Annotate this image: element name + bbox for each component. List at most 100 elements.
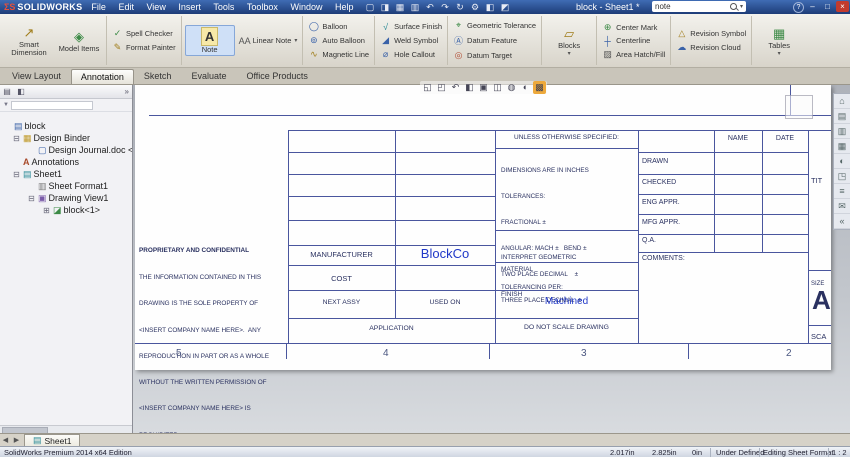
menu-insert[interactable]: Insert bbox=[173, 2, 206, 12]
selection-filter-icon[interactable]: ◩ bbox=[498, 2, 513, 13]
custom-properties-icon[interactable]: ≡ bbox=[834, 184, 850, 199]
tab-office-products[interactable]: Office Products bbox=[236, 68, 317, 84]
edit-appearance-icon[interactable]: ◐ bbox=[519, 81, 532, 94]
section-view-icon[interactable]: ◧ bbox=[463, 81, 476, 94]
chevron-down-icon[interactable]: ▾ bbox=[568, 50, 571, 57]
maximize-button[interactable]: □ bbox=[821, 1, 834, 12]
expander-icon[interactable]: ⊟ bbox=[12, 170, 21, 179]
menu-edit[interactable]: Edit bbox=[113, 2, 139, 12]
forum-icon[interactable]: ✉ bbox=[834, 199, 850, 214]
options-icon[interactable]: ⚙ bbox=[468, 2, 483, 13]
note-button[interactable]: A Note bbox=[184, 25, 235, 56]
tree-item-annotations[interactable]: A Annotations bbox=[0, 156, 132, 168]
manufacturer-value-note[interactable]: BlockCo bbox=[395, 246, 495, 261]
auto-balloon-button[interactable]: ⊚ Auto Balloon bbox=[306, 34, 371, 47]
tree-item-block-1[interactable]: ⊞ ◪ block<1> bbox=[0, 204, 132, 216]
search-icon[interactable] bbox=[729, 3, 737, 10]
smart-dimension-button[interactable]: ↗ Smart Dimension bbox=[5, 23, 53, 58]
scene-icon[interactable]: ◳ bbox=[834, 169, 850, 184]
chevron-down-icon[interactable]: ▾ bbox=[740, 3, 743, 10]
chevron-right-icon[interactable]: » bbox=[125, 87, 132, 96]
filter-input[interactable] bbox=[10, 100, 93, 110]
graphics-area[interactable]: UNLESS OTHERWISE SPECIFIED: DIMENSIONS A… bbox=[133, 85, 850, 433]
tree-item-block[interactable]: ▤ block bbox=[0, 120, 132, 132]
tree-item-sheet-format1[interactable]: ▥ Sheet Format1 bbox=[0, 180, 132, 192]
chevron-down-icon[interactable]: ▾ bbox=[294, 37, 297, 44]
tab-annotation[interactable]: Annotation bbox=[70, 69, 134, 84]
expander-icon[interactable]: ⊟ bbox=[27, 194, 36, 203]
area-hatch-fill-button[interactable]: ▨ Area Hatch/Fill bbox=[600, 48, 667, 61]
tree-item-design-binder[interactable]: ⊟ ▦ Design Binder bbox=[0, 132, 132, 144]
tree-item-label: Design Journal.doc <Emp bbox=[48, 145, 133, 155]
menu-file[interactable]: File bbox=[86, 2, 111, 12]
tables-button[interactable]: ▦ Tables ▾ bbox=[755, 24, 803, 58]
previous-view-icon[interactable]: ↶ bbox=[449, 81, 462, 94]
help-icon[interactable]: ? bbox=[793, 2, 804, 13]
apply-scene-icon[interactable]: ▩ bbox=[533, 81, 546, 94]
minimize-button[interactable]: – bbox=[806, 1, 819, 12]
tree-item-drawing-view1[interactable]: ⊟ ▣ Drawing View1 bbox=[0, 192, 132, 204]
close-button[interactable]: × bbox=[836, 1, 849, 12]
revision-symbol-button[interactable]: △ Revision Symbol bbox=[674, 27, 748, 40]
menu-view[interactable]: View bbox=[141, 2, 170, 12]
redo-icon[interactable]: ↷ bbox=[438, 2, 453, 13]
file-explorer-icon[interactable]: ▥ bbox=[834, 124, 850, 139]
design-library-icon[interactable]: ▤ bbox=[834, 109, 850, 124]
tab-evaluate[interactable]: Evaluate bbox=[181, 68, 236, 84]
print-icon[interactable]: ▥ bbox=[408, 2, 423, 13]
datum-feature-button[interactable]: Ⓐ Datum Feature bbox=[451, 33, 538, 48]
zoom-area-icon[interactable]: ◰ bbox=[435, 81, 448, 94]
tab-view-layout[interactable]: View Layout bbox=[2, 68, 71, 84]
tab-sketch[interactable]: Sketch bbox=[134, 68, 182, 84]
menu-tools[interactable]: Tools bbox=[208, 2, 239, 12]
center-mark-button[interactable]: ⊕ Center Mark bbox=[600, 21, 667, 34]
balloon-button[interactable]: ◯ Balloon bbox=[306, 20, 371, 33]
search-commands-input[interactable]: note ▾ bbox=[652, 1, 746, 12]
tree-item-sheet1[interactable]: ⊟ ▤ Sheet1 bbox=[0, 168, 132, 180]
menu-window[interactable]: Window bbox=[285, 2, 327, 12]
hole-callout-button[interactable]: ⌀ Hole Callout bbox=[378, 48, 444, 61]
title-block-line bbox=[638, 252, 808, 253]
collapse-icon[interactable]: « bbox=[834, 214, 850, 229]
rebuild-icon[interactable]: ↻ bbox=[453, 2, 468, 13]
expander-icon[interactable]: ⊞ bbox=[42, 206, 51, 215]
menu-help[interactable]: Help bbox=[330, 2, 359, 12]
geometric-tolerance-button[interactable]: ⌖ Geometric Tolerance bbox=[451, 19, 538, 32]
sheet-scroll-left-icon[interactable]: ◀ bbox=[0, 436, 11, 444]
panel-scrollbar[interactable] bbox=[0, 425, 132, 433]
view-orientation-icon[interactable]: ▣ bbox=[477, 81, 490, 94]
filter-icon[interactable]: ▼ bbox=[3, 102, 9, 108]
hide-show-items-icon[interactable]: ◍ bbox=[505, 81, 518, 94]
surface-finish-button[interactable]: √ Surface Finish bbox=[378, 21, 444, 33]
sheet-tab-sheet1[interactable]: ▤ Sheet1 bbox=[24, 433, 81, 447]
finish-value-note[interactable]: Machined bbox=[495, 296, 638, 307]
resources-icon[interactable]: ⌂ bbox=[834, 94, 850, 109]
datum-target-button[interactable]: ◎ Datum Target bbox=[451, 49, 538, 62]
blocks-button[interactable]: ▱ Blocks ▾ bbox=[545, 24, 593, 58]
expander-icon[interactable]: ⊟ bbox=[12, 134, 21, 143]
new-document-icon[interactable]: ▢ bbox=[363, 2, 378, 13]
centerline-button[interactable]: ┼ Centerline bbox=[600, 35, 667, 47]
sheet-scroll-right-icon[interactable]: ▶ bbox=[11, 436, 22, 444]
weld-symbol-button[interactable]: ◢ Weld Symbol bbox=[378, 34, 444, 47]
display-style-icon[interactable]: ◫ bbox=[491, 81, 504, 94]
view-palette-icon[interactable]: ▦ bbox=[834, 139, 850, 154]
model-items-button[interactable]: ◈ Model Items bbox=[55, 27, 103, 54]
appearances-icon[interactable]: ◐ bbox=[834, 154, 850, 169]
format-painter-button[interactable]: ✎ Format Painter bbox=[110, 41, 178, 54]
open-icon[interactable]: ◨ bbox=[378, 2, 393, 13]
undo-icon[interactable]: ↶ bbox=[423, 2, 438, 13]
chevron-down-icon[interactable]: ▾ bbox=[778, 50, 781, 57]
spell-checker-button[interactable]: ✓ Spell Checker bbox=[110, 27, 178, 40]
zoom-fit-icon[interactable]: ◱ bbox=[421, 81, 434, 94]
feature-tree-tab-icon[interactable]: ▤ bbox=[0, 87, 14, 96]
property-manager-tab-icon[interactable]: ◧ bbox=[14, 87, 28, 96]
model-items-icon: ◈ bbox=[74, 29, 84, 44]
linear-note-pattern-button[interactable]: AA Linear Note ▾ bbox=[237, 35, 300, 47]
menu-toolbox[interactable]: Toolbox bbox=[242, 2, 283, 12]
edit-sheet-icon[interactable]: ◧ bbox=[483, 2, 498, 13]
revision-cloud-button[interactable]: ☁ Revision Cloud bbox=[674, 41, 748, 54]
save-icon[interactable]: ▦ bbox=[393, 2, 408, 13]
tree-item-design-journal[interactable]: ▢ Design Journal.doc <Emp bbox=[0, 144, 132, 156]
magnetic-line-button[interactable]: ∿ Magnetic Line bbox=[306, 48, 371, 61]
